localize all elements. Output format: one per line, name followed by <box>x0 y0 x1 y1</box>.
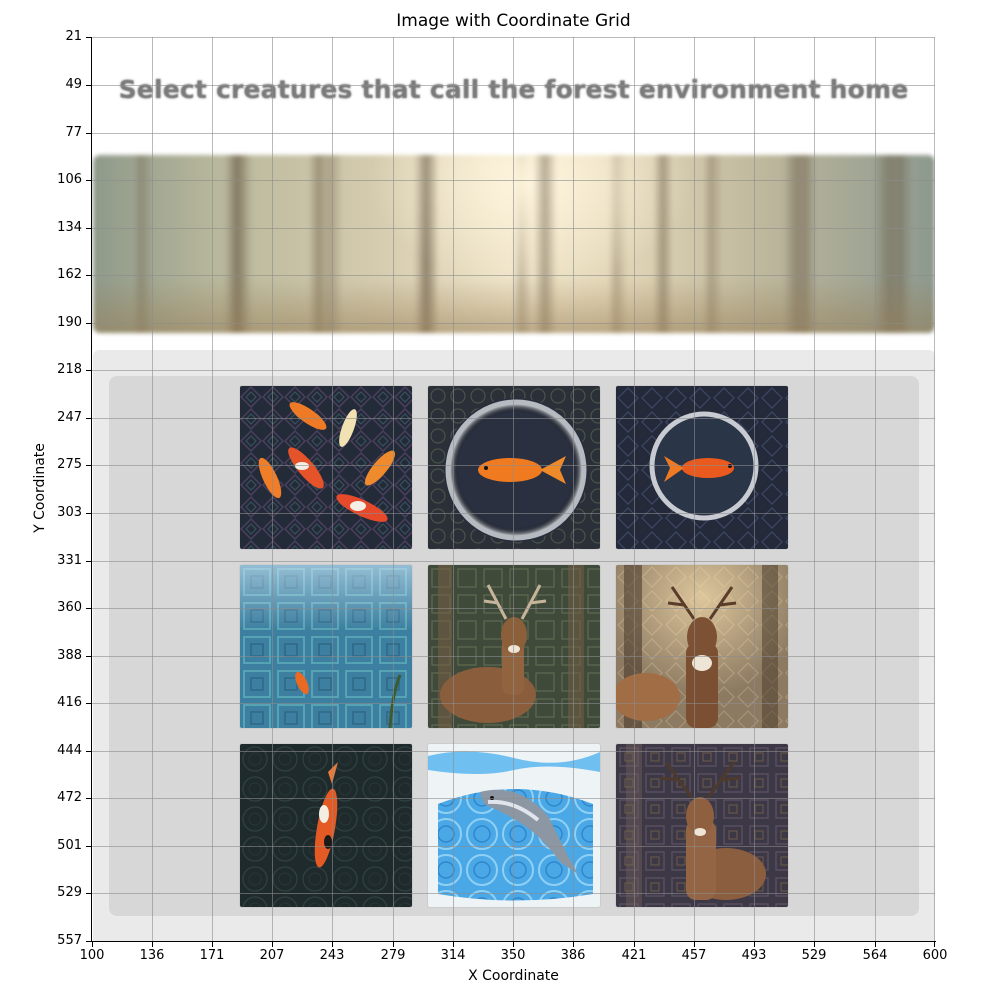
y-tick-label: 444 <box>57 743 82 758</box>
x-tick-label: 493 <box>741 948 767 963</box>
y-tick-label: 557 <box>57 933 82 948</box>
x-tick-label: 386 <box>560 948 586 963</box>
x-tick-label: 279 <box>380 948 406 963</box>
captcha-tile-2-goldfish-in-bowl[interactable] <box>428 386 600 549</box>
figure-title: Image with Coordinate Grid <box>396 11 631 31</box>
y-tick-label: 49 <box>65 77 82 92</box>
x-tick-label: 564 <box>862 948 888 963</box>
y-tick-label: 218 <box>57 362 82 377</box>
y-tick-label: 529 <box>57 885 82 900</box>
y-tick-label: 247 <box>57 410 82 425</box>
captcha-tile-9-deer[interactable] <box>616 744 788 907</box>
captcha-instruction: Select creatures that call the forest en… <box>118 75 909 104</box>
y-tick-label: 162 <box>57 267 82 282</box>
captcha-tile-5-deer-in-forest[interactable] <box>428 565 600 728</box>
y-tick-label: 21 <box>65 29 82 44</box>
y-tick-label: 416 <box>57 695 82 710</box>
y-tick-label: 190 <box>57 315 82 330</box>
y-axis-line <box>91 37 92 942</box>
x-tick-label: 100 <box>79 948 105 963</box>
x-tick-label: 350 <box>500 948 526 963</box>
captcha-tile-8-dolphin[interactable] <box>428 744 600 907</box>
x-tick-label: 457 <box>681 948 707 963</box>
y-tick-label: 501 <box>57 838 82 853</box>
y-tick-label: 360 <box>57 600 82 615</box>
figure: Image with Coordinate Grid Select creatu… <box>0 0 1000 1000</box>
y-tick-label: 106 <box>57 172 82 187</box>
y-tick-label: 134 <box>57 220 82 235</box>
x-tick-label: 136 <box>139 948 165 963</box>
x-tick-label: 314 <box>440 948 466 963</box>
y-tick-label: 388 <box>57 648 82 663</box>
x-tick-label: 529 <box>801 948 827 963</box>
captcha-tile-7-koi-fish[interactable] <box>240 744 412 907</box>
x-axis-label: X Coordinate <box>468 968 559 984</box>
captcha-tile-1-koi-fish-group[interactable] <box>240 386 412 549</box>
x-tick-label: 600 <box>922 948 948 963</box>
y-tick-label: 331 <box>57 553 82 568</box>
x-tick-label: 421 <box>621 948 647 963</box>
x-tick-label: 171 <box>199 948 225 963</box>
x-tick-label: 243 <box>319 948 345 963</box>
forest-banner-image <box>93 155 935 333</box>
y-tick-label: 77 <box>65 125 82 140</box>
y-tick-label: 472 <box>57 790 82 805</box>
x-tick-label: 207 <box>259 948 285 963</box>
captcha-tile-6-deer-in-forest[interactable] <box>616 565 788 728</box>
y-axis-label: Y Coordinate <box>32 443 48 533</box>
plot-area: Select creatures that call the forest en… <box>92 37 935 941</box>
captcha-tile-3-goldfish-in-bowl[interactable] <box>616 386 788 549</box>
captcha-tile-4-small-fish-in-water[interactable] <box>240 565 412 728</box>
